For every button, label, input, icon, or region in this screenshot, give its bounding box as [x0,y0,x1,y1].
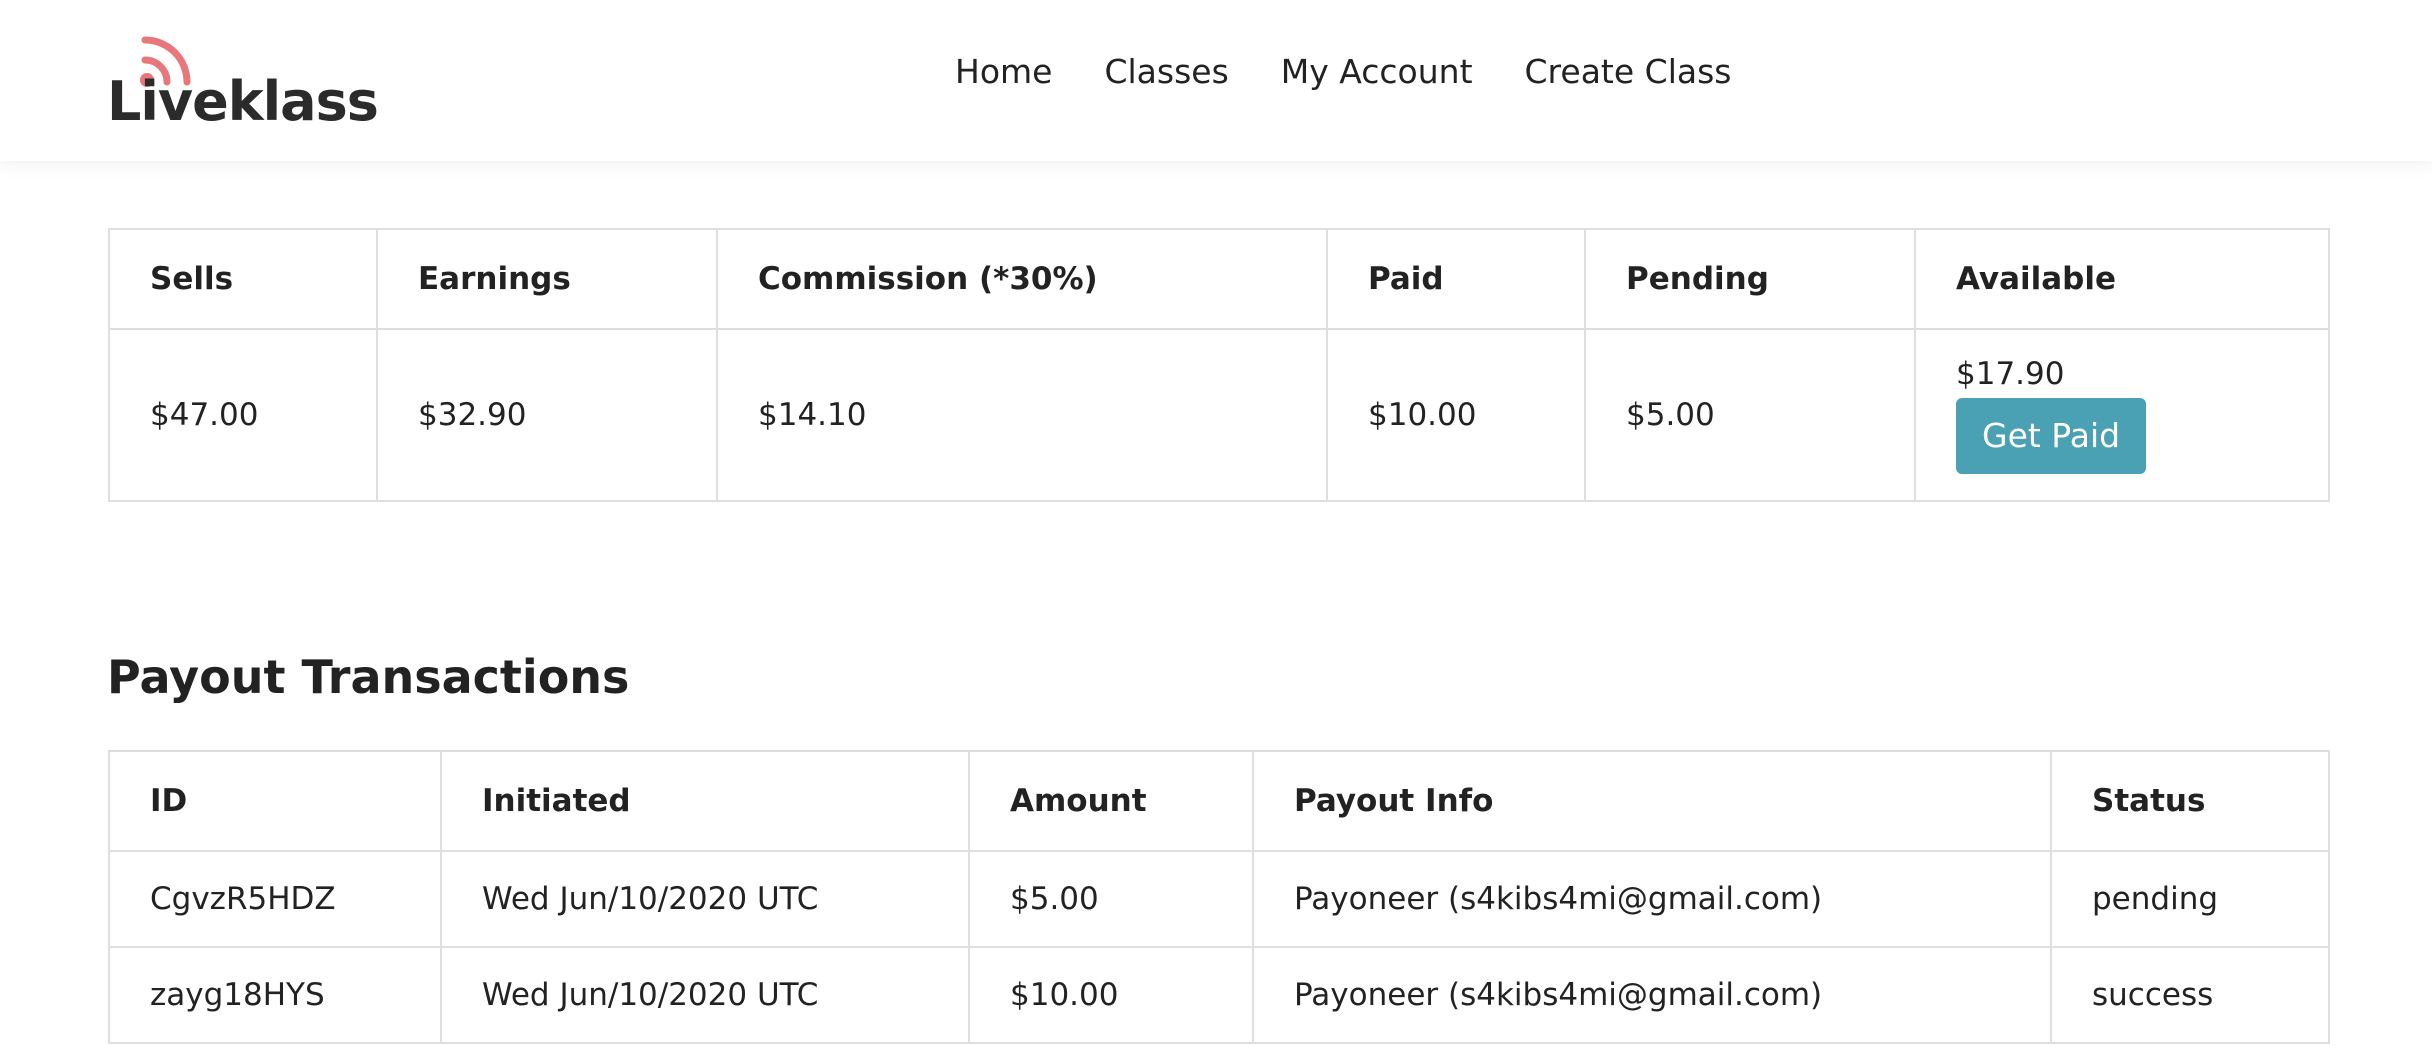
main-nav: Home Classes My Account Create Class [955,52,1731,91]
nav-classes[interactable]: Classes [1104,52,1228,91]
nav-create-class[interactable]: Create Class [1525,52,1732,91]
logo-text: Liveklass [107,70,379,133]
header-status: Status [2050,750,2330,852]
payout-initiated: Wed Jun/10/2020 UTC [440,850,970,948]
payout-initiated: Wed Jun/10/2020 UTC [440,946,970,1044]
site-header: Liveklass Home Classes My Account Create… [0,0,2432,161]
header-initiated: Initiated [440,750,970,852]
table-row: zayg18HYS Wed Jun/10/2020 UTC $10.00 Pay… [108,946,2330,1044]
nav-home[interactable]: Home [955,52,1052,91]
header-sells: Sells [108,228,378,330]
available-value: $17.90 [1956,356,2065,392]
payout-id: CgvzR5HDZ [108,850,442,948]
paid-value: $10.00 [1326,328,1586,502]
payout-status: pending [2050,850,2330,948]
table-row: CgvzR5HDZ Wed Jun/10/2020 UTC $5.00 Payo… [108,850,2330,948]
available-cell: $17.90 Get Paid [1914,328,2330,502]
payout-id: zayg18HYS [108,946,442,1044]
commission-value: $14.10 [716,328,1328,502]
payout-info: Payoneer (s4kibs4mi@gmail.com) [1252,946,2052,1044]
sells-value: $47.00 [108,328,378,502]
earnings-summary-table: Sells Earnings Commission (*30%) Paid Pe… [108,228,2330,502]
header-available: Available [1914,228,2330,330]
payout-status: success [2050,946,2330,1044]
get-paid-button[interactable]: Get Paid [1956,398,2147,474]
header-paid: Paid [1326,228,1586,330]
payout-info: Payoneer (s4kibs4mi@gmail.com) [1252,850,2052,948]
payout-header-row: ID Initiated Amount Payout Info Status [108,750,2330,852]
nav-my-account[interactable]: My Account [1281,52,1473,91]
header-payout-info: Payout Info [1252,750,2052,852]
pending-value: $5.00 [1584,328,1916,502]
header-pending: Pending [1584,228,1916,330]
earnings-value: $32.90 [376,328,718,502]
header-earnings: Earnings [376,228,718,330]
header-id: ID [108,750,442,852]
payout-amount: $5.00 [968,850,1254,948]
summary-header-row: Sells Earnings Commission (*30%) Paid Pe… [108,228,2330,330]
summary-value-row: $47.00 $32.90 $14.10 $10.00 $5.00 $17.90… [108,328,2330,502]
section-title: Payout Transactions [107,650,630,704]
header-commission: Commission (*30%) [716,228,1328,330]
payout-transactions-table: ID Initiated Amount Payout Info Status C… [108,750,2330,1044]
payout-amount: $10.00 [968,946,1254,1044]
logo[interactable]: Liveklass [107,30,379,133]
header-amount: Amount [968,750,1254,852]
